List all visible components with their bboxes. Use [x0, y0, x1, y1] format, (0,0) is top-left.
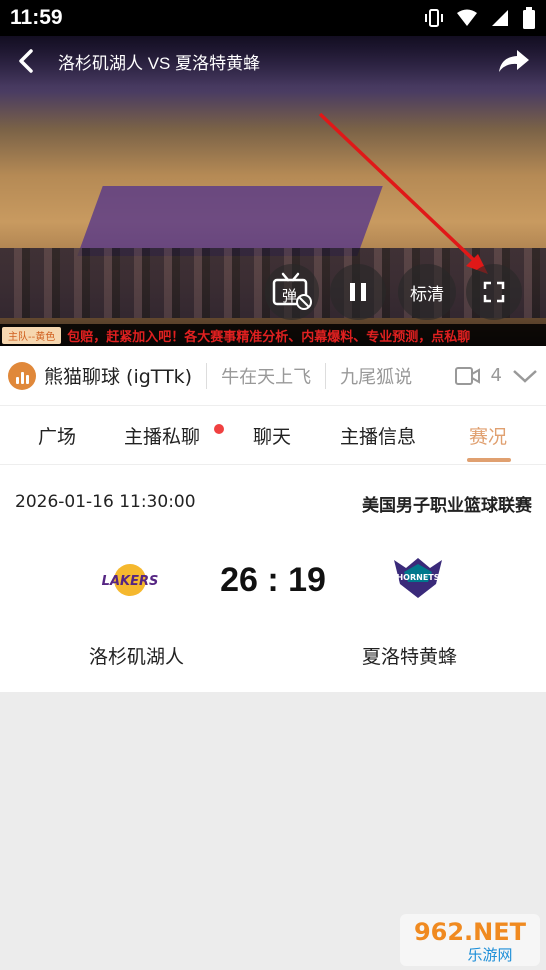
- ticker-text: 包赔，赶紧加入吧！各大赛事精准分析、内幕爆料、专业预测，点私聊: [67, 329, 471, 345]
- signal-icon: [492, 10, 508, 26]
- home-team-name: 洛杉矶湖人: [89, 646, 185, 668]
- svg-text:弹: 弹: [282, 287, 297, 305]
- tab-chat[interactable]: 聊天: [253, 422, 291, 449]
- svg-text:962.NET: 962.NET: [414, 918, 527, 946]
- divider: [325, 362, 327, 389]
- home-team-tag: 主队--黄色: [2, 326, 62, 344]
- fullscreen-button[interactable]: [466, 264, 522, 320]
- scrolling-ticker: 主队--黄色 包赔，赶紧加入吧！各大赛事精准分析、内幕爆料、专业预测，点私聊: [0, 324, 546, 346]
- match-score: 26 : 19: [220, 561, 326, 599]
- divider: [206, 362, 208, 389]
- wifi-icon: [457, 9, 477, 26]
- match-panel: 2026-01-16 11:30:00 美国男子职业篮球联赛 LAKERS 26…: [0, 464, 546, 692]
- streamer-count-toggle[interactable]: 4: [454, 365, 538, 386]
- danmaku-icon: 弹: [272, 272, 312, 310]
- away-team-name: 夏洛特黄蜂: [362, 646, 458, 668]
- quality-button[interactable]: 标清: [398, 264, 456, 320]
- streamer-bar: 熊猫聊球 (igTTk) 牛在天上飞 九尾狐说 4: [0, 346, 546, 406]
- tab-square[interactable]: 广场: [38, 422, 76, 449]
- hornets-logo: HORNETS: [388, 550, 448, 610]
- site-watermark-logo: 962.NET 乐游网: [400, 914, 540, 966]
- fullscreen-icon: [483, 281, 505, 303]
- current-streamer-name[interactable]: 熊猫聊球 (igTTk): [44, 362, 192, 389]
- battery-icon: [523, 7, 535, 29]
- streamer-count: 4: [490, 365, 502, 386]
- tab-host-info[interactable]: 主播信息: [340, 422, 416, 449]
- live-bars-icon: [8, 361, 36, 390]
- svg-text:乐游网: 乐游网: [467, 946, 512, 964]
- active-tab-indicator: [467, 458, 511, 462]
- tab-host-private-chat[interactable]: 主播私聊: [124, 422, 200, 449]
- status-time: 11:59: [10, 6, 63, 29]
- chevron-down-icon: [513, 369, 537, 383]
- notification-dot: [214, 424, 224, 434]
- tab-match-status[interactable]: 赛况: [469, 422, 507, 449]
- match-league: 美国男子职业篮球联赛: [362, 496, 532, 516]
- video-camera-icon: [454, 366, 480, 385]
- svg-text:HORNETS: HORNETS: [396, 573, 439, 582]
- streamer-option[interactable]: 九尾狐说: [340, 363, 412, 389]
- danmaku-toggle-button[interactable]: 弹: [265, 264, 319, 320]
- video-player[interactable]: 洛杉矶湖人 VS 夏洛特黄蜂 弹 标清 主队--黄色 包赔，赶紧加入吧！各大赛事…: [0, 36, 546, 346]
- status-bar: 11:59: [0, 0, 546, 36]
- status-icons: [424, 7, 536, 29]
- streamer-option[interactable]: 牛在天上飞: [221, 363, 311, 389]
- pause-icon: [350, 283, 366, 301]
- quality-label: 标清: [410, 284, 444, 305]
- vibrate-icon: [425, 9, 443, 27]
- tab-bar: 广场 主播私聊 聊天 主播信息 赛况: [0, 406, 546, 464]
- match-datetime: 2026-01-16 11:30:00: [15, 492, 196, 512]
- pause-button[interactable]: [330, 264, 386, 320]
